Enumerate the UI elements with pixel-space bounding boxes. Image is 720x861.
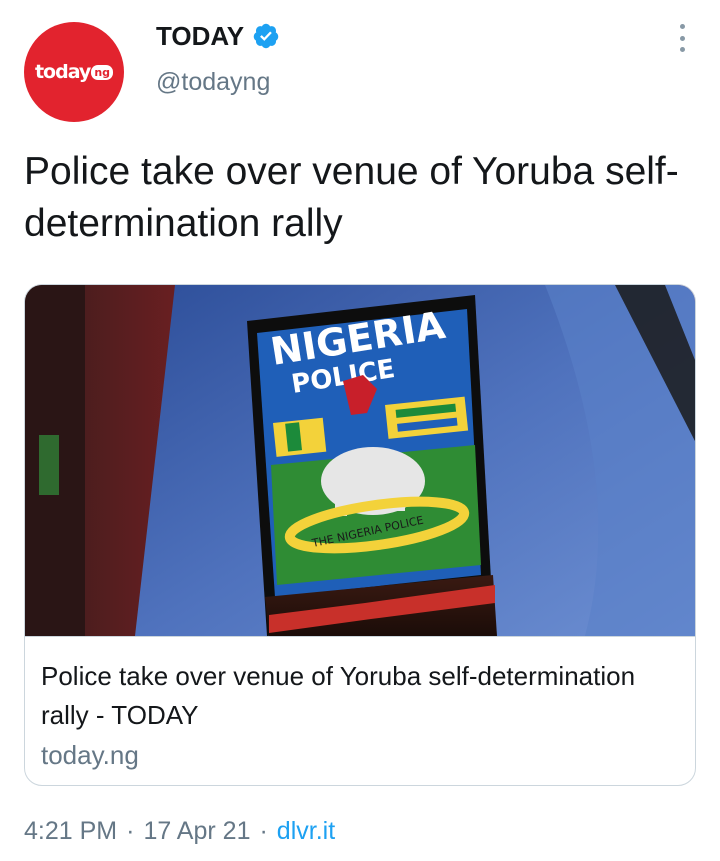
- card-image[interactable]: NIGERIA POLICE THE NIGERIA POLICE: [25, 285, 696, 636]
- more-dot: [679, 24, 685, 29]
- card-body[interactable]: Police take over venue of Yoruba self-de…: [25, 636, 695, 785]
- card-domain: today.ng: [41, 740, 139, 770]
- avatar[interactable]: today ng: [24, 22, 124, 122]
- tweet-time[interactable]: 4:21 PM: [24, 817, 117, 846]
- card-title: Police take over venue of Yoruba self-de…: [41, 661, 636, 730]
- verified-badge-icon: [253, 23, 279, 49]
- handle[interactable]: @todayng: [156, 68, 280, 97]
- today-logo: today ng: [34, 61, 114, 83]
- tweet-date[interactable]: 17 Apr 21: [143, 817, 250, 846]
- more-options-icon[interactable]: [676, 24, 688, 52]
- name-row: TODAY: [156, 20, 280, 52]
- tweet-meta: 4:21 PM · 17 Apr 21 · dlvr.it: [24, 817, 335, 846]
- logo-word: today: [34, 61, 91, 83]
- tweet-source[interactable]: dlvr.it: [277, 817, 335, 846]
- more-dot: [679, 35, 685, 41]
- more-dot: [679, 47, 685, 52]
- link-card[interactable]: NIGERIA POLICE THE NIGERIA POLICE Police…: [24, 284, 696, 786]
- meta-separator: ·: [126, 817, 135, 845]
- tweet-text: Police take over venue of Yoruba self-de…: [24, 150, 679, 245]
- meta-separator: ·: [259, 817, 268, 845]
- display-name[interactable]: TODAY: [156, 21, 244, 52]
- account-header: TODAY @todayng: [156, 20, 280, 97]
- logo-suffix: ng: [91, 64, 114, 80]
